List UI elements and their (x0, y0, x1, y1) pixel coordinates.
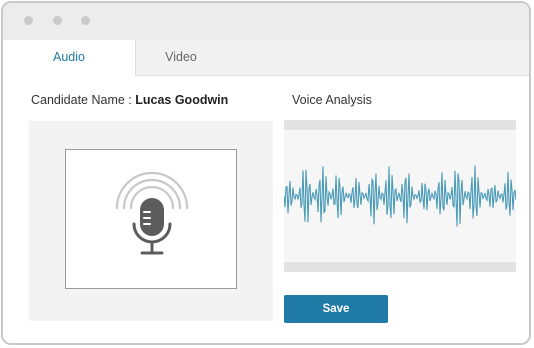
voice-waveform (284, 165, 516, 227)
tab-audio[interactable]: Audio (3, 40, 136, 76)
window-dot-icon[interactable] (24, 16, 33, 25)
waveform-top-bar (284, 120, 516, 130)
waveform-line (284, 165, 516, 227)
microphone-icon (132, 198, 172, 255)
save-button[interactable]: Save (284, 295, 388, 323)
candidate-name-label: Candidate Name : (31, 93, 136, 107)
waveform-bottom-bar (284, 262, 516, 272)
window-dot-icon[interactable] (53, 16, 62, 25)
candidate-name-value: Lucas Goodwin (135, 93, 229, 107)
title-bar (3, 3, 529, 41)
tab-video[interactable]: Video (136, 40, 226, 75)
microphone-graphic (115, 171, 189, 255)
voice-analysis-title: Voice Analysis (292, 93, 372, 107)
microphone-box[interactable] (65, 149, 237, 289)
tab-bar: Audio Video (3, 40, 529, 76)
app-window: Audio Video Candidate Name : Lucas Goodw… (1, 1, 531, 345)
voice-waveform-panel (284, 120, 516, 272)
audio-panel (29, 121, 273, 321)
candidate-name-line: Candidate Name : Lucas Goodwin (31, 93, 228, 107)
window-dot-icon[interactable] (81, 16, 90, 25)
